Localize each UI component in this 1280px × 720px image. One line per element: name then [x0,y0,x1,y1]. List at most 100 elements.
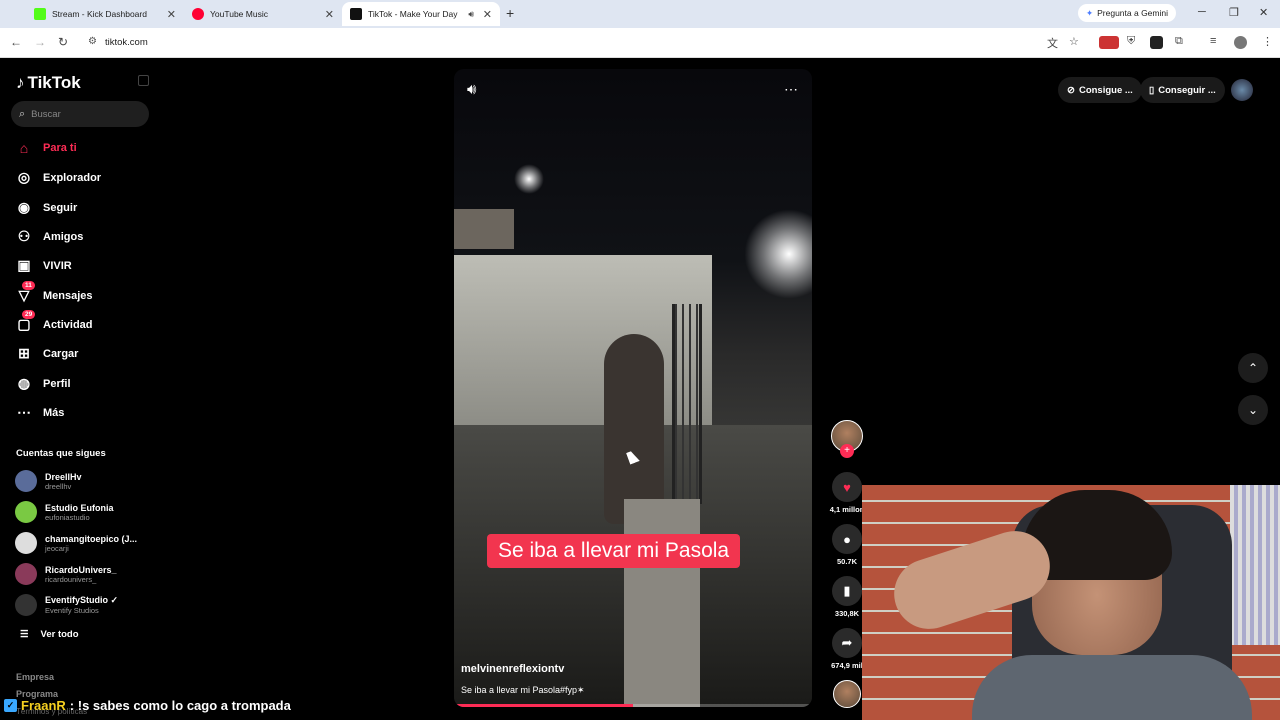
chevron-up-icon: ⌃ [1247,361,1259,375]
activity-badge: 29 [22,310,36,319]
volume-icon[interactable]: 🔊︎ [467,81,476,98]
new-tab-button[interactable]: + [506,5,514,21]
bookmark-star-icon[interactable]: ☆ [1069,35,1079,48]
tab-kick-dashboard[interactable]: Stream - Kick Dashboard ✕ [26,2,184,26]
profile-icon: ◍ [17,375,31,391]
translate-icon[interactable]: 文 [1047,35,1058,51]
chat-username: FraanR [21,698,66,713]
extensions-puzzle-icon[interactable]: ⧉ [1175,35,1183,48]
back-button[interactable]: ← [10,35,22,49]
get-app-button[interactable]: ▯ Conseguir ... [1140,77,1225,103]
nav-explorador[interactable]: ◎ Explorador [14,169,101,186]
tiktok-sidebar: ♪ TikTok ⌕ Buscar ⌂ Para ti ◎ Explorador… [0,58,160,720]
followed-account[interactable]: chamangitoepico (J... jeocarji [15,532,137,554]
close-tab-icon[interactable]: ✕ [483,8,492,21]
nav-label: Más [43,406,65,419]
list-icon: ☰ [20,629,29,640]
video-scene-roof [454,209,514,249]
followed-account[interactable]: EventifyStudio ✓ Eventify Studios [15,594,118,616]
follow-plus-icon[interactable]: + [840,444,854,458]
nav-perfil[interactable]: ◍ Perfil [14,375,71,392]
previous-video-button[interactable]: ⌃ [1238,353,1268,383]
chat-text: : !s sabes como lo cago a trompada [69,698,291,713]
extension-toolbox-icon[interactable] [1099,36,1119,49]
close-tab-icon[interactable]: ✕ [325,8,334,21]
collapse-sidebar-icon[interactable] [138,75,149,86]
video-progress-bar[interactable] [454,704,812,707]
search-placeholder: Buscar [31,108,61,120]
reload-button[interactable]: ↻ [58,35,68,49]
video-more-options-icon[interactable]: ⋯ [784,81,798,98]
browser-profile-avatar[interactable] [1234,36,1247,49]
following-icon: ◉ [17,199,31,215]
close-window-button[interactable]: ✕ [1259,6,1268,19]
kick-favicon-icon [34,8,46,20]
compass-icon: ◎ [17,169,31,185]
heart-icon: ♥ [832,472,862,502]
account-name: chamangitoepico (J... [45,533,138,544]
extension-box-icon[interactable] [1150,36,1163,49]
nav-amigos[interactable]: ⚇ Amigos [14,228,84,245]
more-icon: ⋯ [17,404,31,420]
account-name: RicardoUnivers_ [45,564,117,575]
search-input[interactable]: ⌕ Buscar [11,101,149,127]
get-coins-label: Consigue ... [1078,84,1133,96]
user-avatar[interactable] [1231,79,1253,101]
site-info-icon[interactable]: ⚙ [88,36,97,47]
footer-empresa[interactable]: Empresa [16,672,54,682]
tab-search-icon[interactable]: ≡ [1210,35,1216,47]
video-scene-gate [672,304,702,504]
share-icon: ➦ [832,628,862,658]
video-scene-light [514,164,544,194]
avatar [15,563,37,585]
account-name: EventifyStudio ✓ [45,595,119,605]
get-app-label: Conseguir ... [1158,84,1216,96]
video-author[interactable]: melvinenreflexiontv [461,663,564,675]
nav-cargar[interactable]: ⊞ Cargar [14,345,78,362]
url-field[interactable]: tiktok.com [105,37,148,48]
avatar [15,532,37,554]
account-name: Estudio Eufonia [45,502,114,513]
restore-button[interactable]: ❐ [1229,6,1239,19]
minimize-button[interactable]: ─ [1198,6,1206,18]
tab-label: YouTube Music [210,9,268,19]
nav-label: Para ti [43,142,77,154]
shield-extension-icon[interactable]: ⛨ [1127,35,1135,48]
tab-youtube-music[interactable]: YouTube Music ✕ [184,2,342,26]
nav-mensajes[interactable]: ▽ 11 Mensajes [14,281,93,304]
forward-button[interactable]: → [34,35,46,49]
tab-audio-icon[interactable]: 🔊︎ [468,9,474,20]
video-description: Se iba a llevar mi Pasola#fyp✶ [461,685,585,695]
video-player[interactable]: 🔊︎ ⋯ Se iba a llevar mi Pasola melvinenr… [454,69,812,707]
nav-actividad[interactable]: ▢ 29 Actividad [14,310,93,333]
video-scene-person [604,334,664,524]
nav-vivir[interactable]: ▣ VIVIR [14,257,71,274]
kick-chat-icon: ✓ [4,699,17,712]
tiktok-logo[interactable]: ♪ TikTok [16,73,81,93]
next-video-button[interactable]: ⌄ [1238,395,1268,425]
ask-gemini-button[interactable]: ✦ Pregunta a Gemini [1078,4,1176,22]
followed-account[interactable]: DreellHv dreellhv [15,470,82,492]
tiktok-favicon-icon [350,8,362,20]
nav-label: Actividad [43,318,93,331]
video-caption-overlay: Se iba a llevar mi Pasola [487,534,741,568]
nav-para-ti[interactable]: ⌂ Para ti [14,140,77,156]
comment-icon: ● [832,524,862,554]
nav-seguir[interactable]: ◉ Seguir [14,199,77,216]
followed-account[interactable]: Estudio Eufonia eufoniastudio [15,501,114,523]
close-tab-icon[interactable]: ✕ [167,8,176,21]
tab-label: TikTok - Make Your Day [368,9,458,19]
see-all-button[interactable]: ☰ Ver todo [20,629,79,640]
browser-menu-icon[interactable]: ⋮ [1262,35,1273,48]
nav-mas[interactable]: ⋯ Más [14,404,64,421]
gemini-icon: ✦ [1086,7,1094,18]
followed-account[interactable]: RicardoUnivers_ ricardounivers_ [15,563,117,585]
video-progress-fill [454,704,633,707]
nav-label: Mensajes [43,289,93,302]
get-coins-button[interactable]: ⊘ Consigue ... [1058,77,1142,103]
creator-avatar-button[interactable]: + [824,420,870,460]
video-scene-light [744,209,812,299]
tab-tiktok[interactable]: TikTok - Make Your Day 🔊︎ ✕ [342,2,500,26]
search-icon: ⌕ [19,107,26,120]
tiktok-note-icon: ♪ [16,73,25,92]
